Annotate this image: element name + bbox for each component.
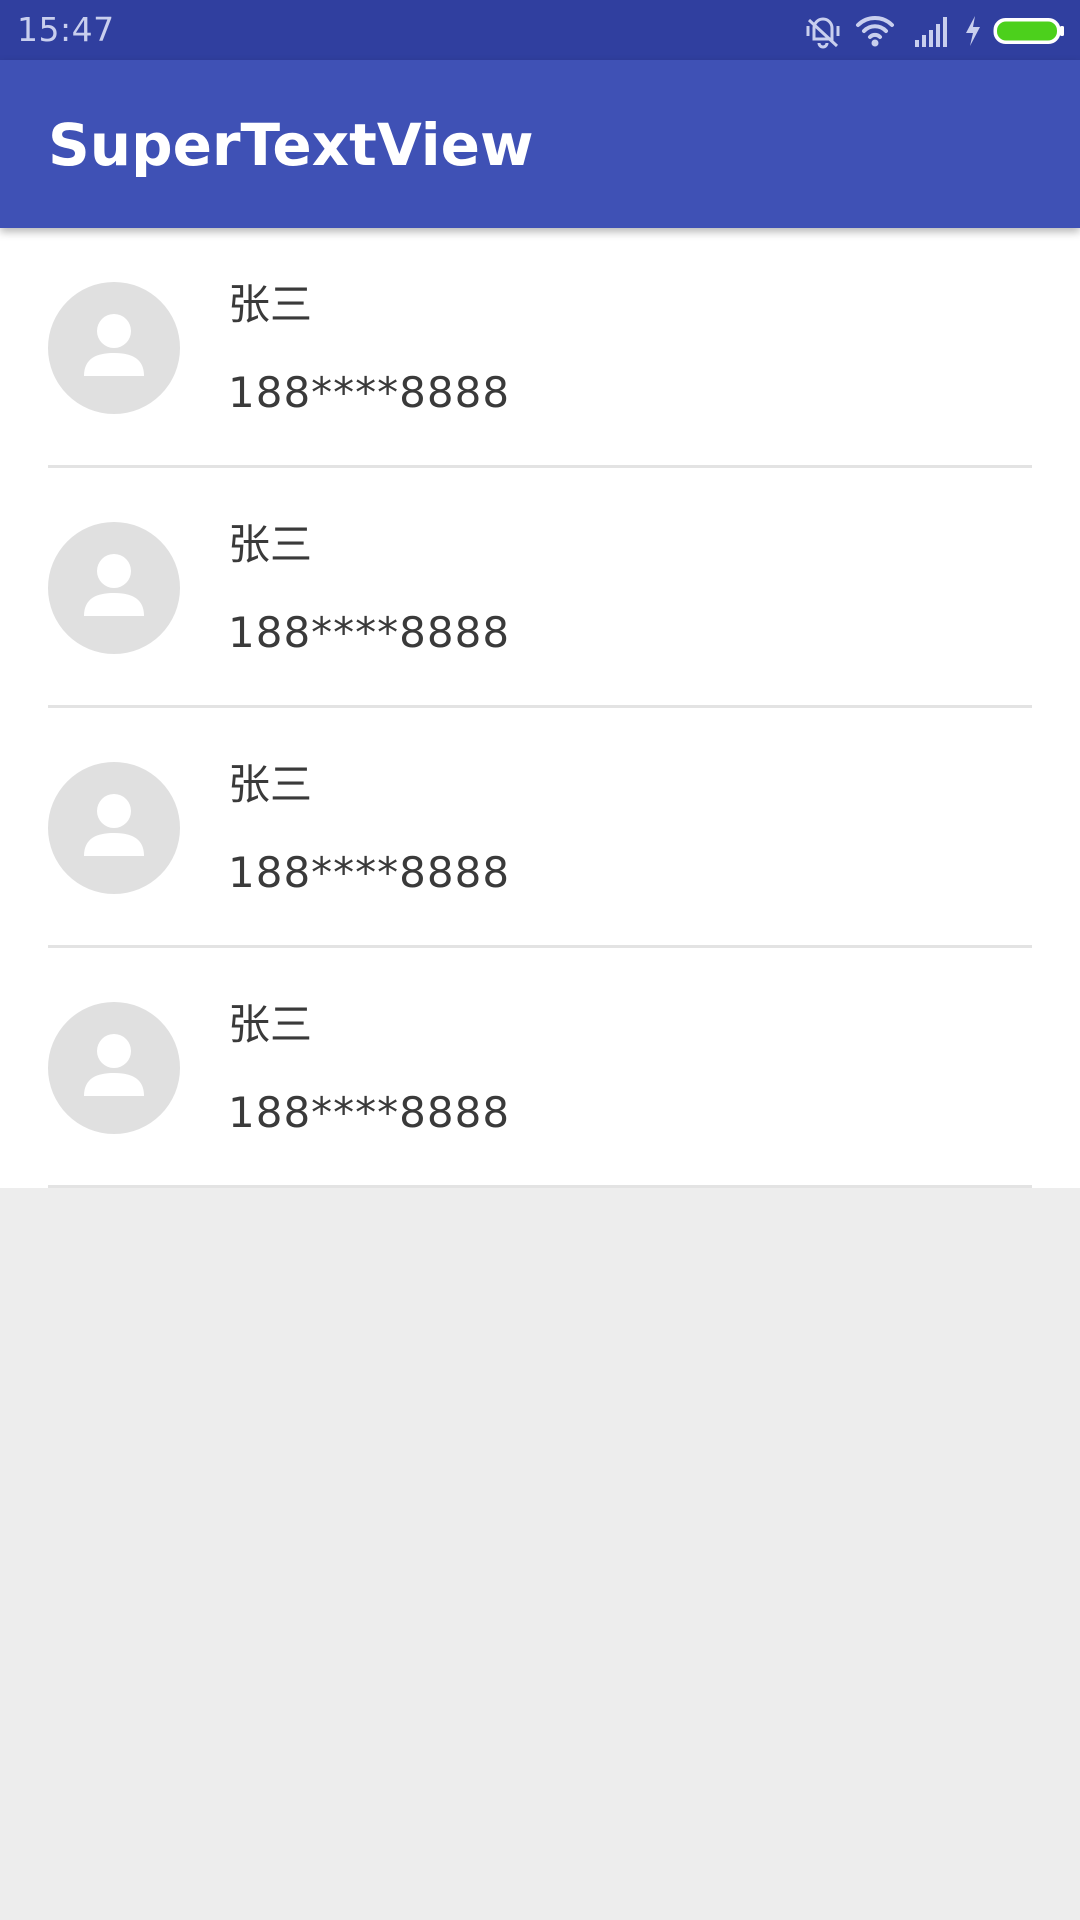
contact-phone: 188****8888 — [228, 1088, 511, 1137]
contact-list: 张三 188****8888 张三 188****8888 张三 188****… — [0, 228, 1080, 1188]
person-icon — [48, 282, 180, 414]
status-bar: 15:47 — [0, 0, 1080, 60]
wifi-icon — [856, 15, 894, 47]
app-bar: SuperTextView — [0, 60, 1080, 228]
list-item[interactable]: 张三 188****8888 — [0, 468, 1080, 708]
contact-phone: 188****8888 — [228, 368, 511, 417]
person-icon — [48, 522, 180, 654]
charging-icon — [966, 16, 980, 46]
contact-name: 张三 — [228, 1000, 313, 1049]
contact-phone: 188****8888 — [228, 608, 511, 657]
list-item[interactable]: 张三 188****8888 — [0, 708, 1080, 948]
page-title: SuperTextView — [48, 111, 534, 179]
person-icon — [48, 1002, 180, 1134]
list-item[interactable]: 张三 188****8888 — [0, 228, 1080, 468]
signal-icon — [915, 17, 947, 47]
contact-name: 张三 — [228, 280, 313, 329]
contact-name: 张三 — [228, 520, 313, 569]
divider — [48, 1185, 1032, 1188]
person-icon — [48, 762, 180, 894]
status-time: 15:47 — [17, 10, 115, 49]
list-item[interactable]: 张三 188****8888 — [0, 948, 1080, 1188]
vibrate-icon — [806, 17, 840, 49]
status-icons — [805, 12, 1065, 50]
contact-name: 张三 — [228, 760, 313, 809]
contact-phone: 188****8888 — [228, 848, 511, 897]
battery-icon — [993, 18, 1064, 44]
